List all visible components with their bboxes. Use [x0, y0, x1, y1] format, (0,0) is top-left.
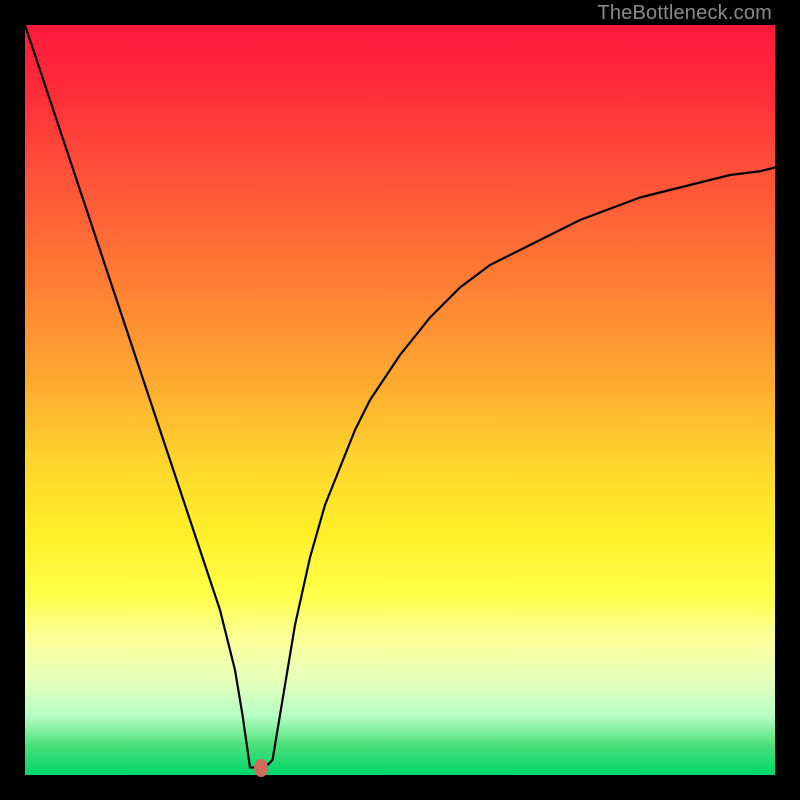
- curve-path: [25, 25, 775, 768]
- minimum-marker: [254, 759, 268, 777]
- chart-frame: [25, 25, 775, 775]
- watermark-text: TheBottleneck.com: [597, 2, 772, 25]
- bottleneck-curve: [25, 25, 775, 775]
